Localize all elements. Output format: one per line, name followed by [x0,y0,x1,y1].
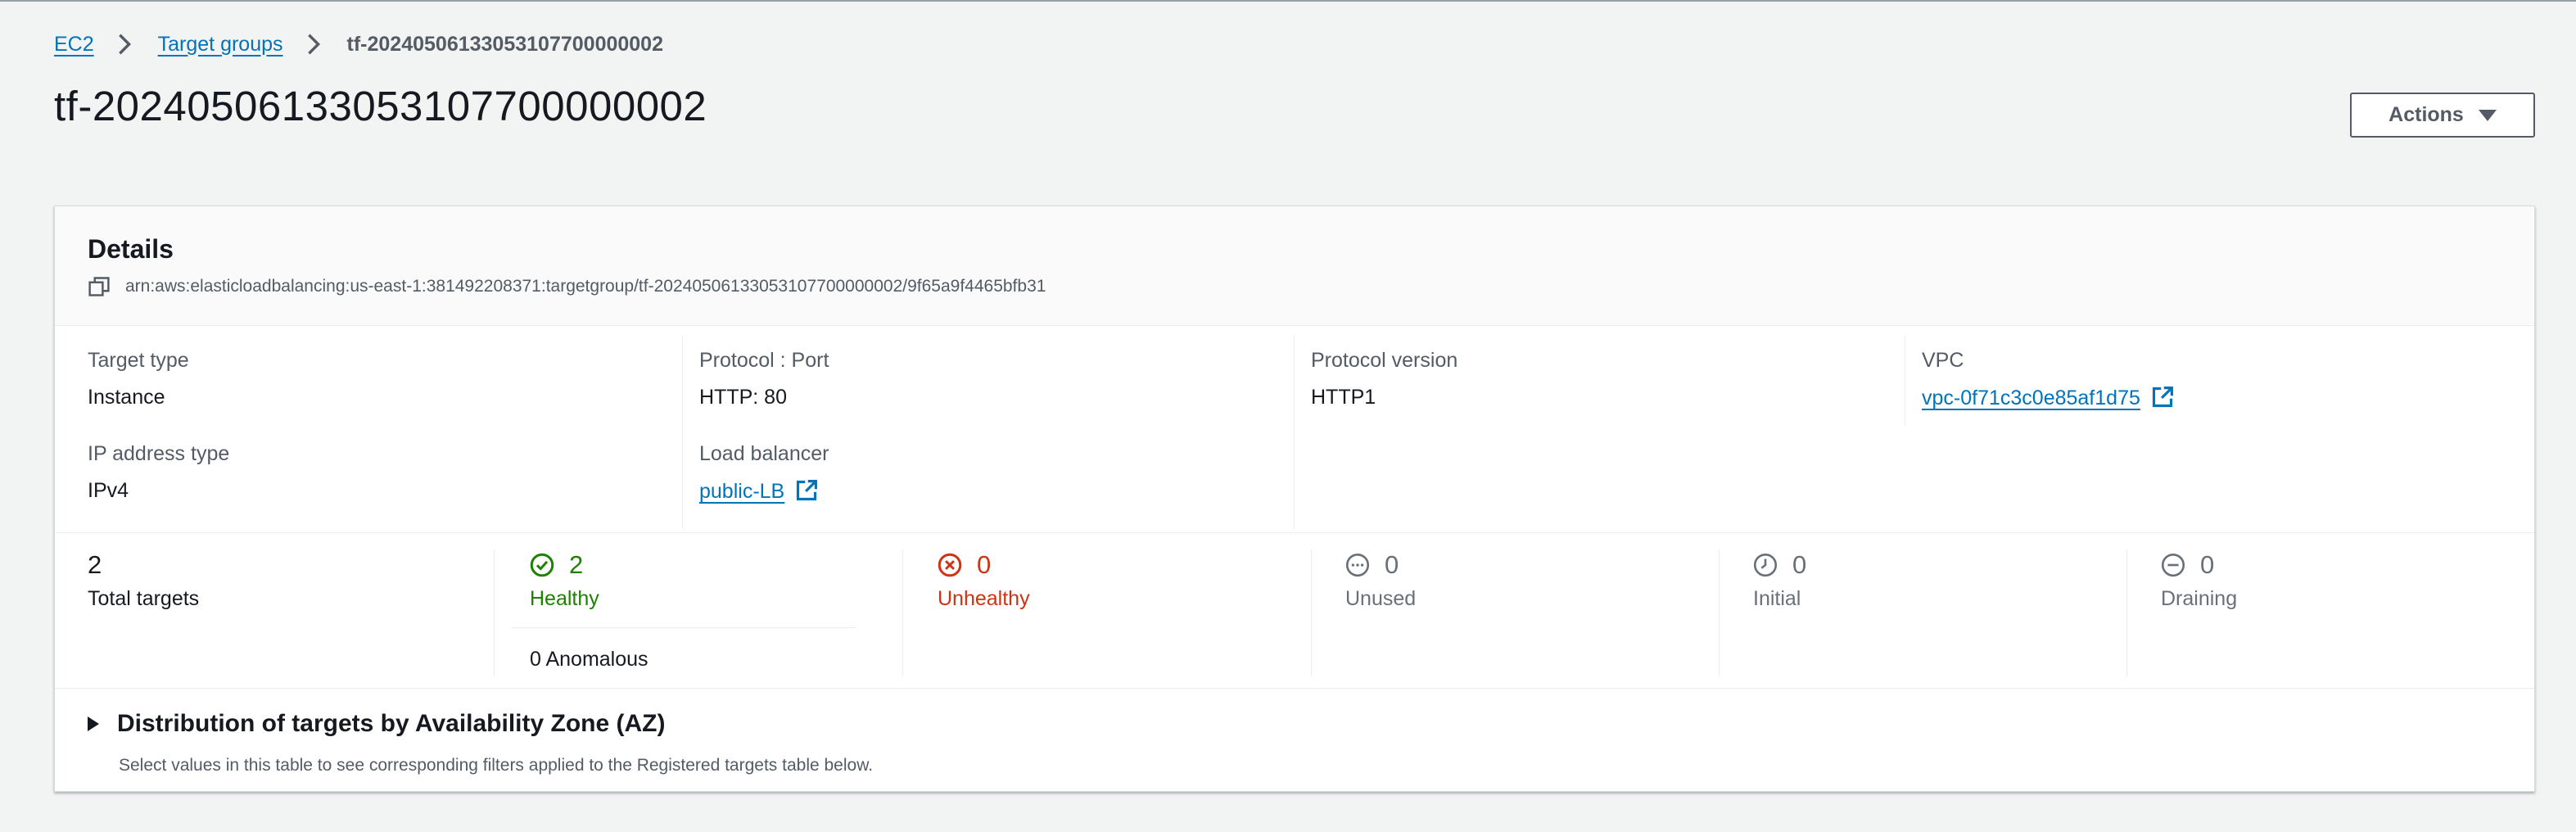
breadcrumb: EC2 Target groups tf-2024050613305310770… [54,31,663,57]
vpc-field: VPC vpc-0f71c3c0e85af1d75 [1922,349,2174,410]
target-type-field: Target type Instance [88,349,189,409]
check-circle-icon [530,553,554,577]
az-distribution-section: Distribution of targets by Availability … [55,689,2534,791]
unused-label: Unused [1345,587,1417,610]
anomalous-divider [512,627,856,628]
minus-circle-icon [2161,553,2185,577]
protocol-port-field: Protocol : Port HTTP: 80 [699,349,829,409]
chevron-right-icon [307,34,320,55]
protocol-version-value: HTTP1 [1311,386,1376,409]
arn-text: arn:aws:elasticloadbalancing:us-east-1:3… [125,277,1046,296]
column-divider [1719,549,1720,676]
draining-stat[interactable]: 0 Draining [2161,549,2237,611]
breadcrumb-current: tf-20240506133053107700000002 [346,32,663,56]
healthy-stat[interactable]: 2 Healthy [530,549,599,611]
external-link-icon[interactable] [795,479,818,502]
x-circle-icon [938,553,962,577]
chevron-right-icon [118,34,131,55]
az-distribution-toggle[interactable]: Distribution of targets by Availability … [88,710,665,738]
ip-address-type-label: IP address type [88,442,230,465]
total-targets-count: 2 [88,550,102,579]
protocol-version-field: Protocol version HTTP1 [1311,349,1457,409]
total-targets-label: Total targets [88,587,200,610]
draining-label: Draining [2161,587,2238,610]
unhealthy-label: Unhealthy [938,587,1030,610]
column-divider [494,549,495,676]
vpc-value: vpc-0f71c3c0e85af1d75 [1922,386,2174,410]
page-title: tf-20240506133053107700000002 [54,83,707,129]
column-divider [2126,549,2127,676]
column-divider [1294,336,1295,529]
unhealthy-count-row: 0 [938,549,1030,581]
unused-stat[interactable]: 0 Unused [1345,549,1416,611]
protocol-port-value: HTTP: 80 [699,386,787,409]
draining-count: 0 [2200,550,2215,579]
unhealthy-stat[interactable]: 0 Unhealthy [938,549,1030,611]
vpc-label: VPC [1922,349,1964,372]
column-divider [1311,549,1312,676]
az-distribution-title: Distribution of targets by Availability … [117,710,666,737]
arn-row: arn:aws:elasticloadbalancing:us-east-1:3… [88,275,1046,298]
draining-count-row: 0 [2161,549,2237,581]
healthy-count-row: 2 [530,549,599,581]
initial-label: Initial [1753,587,1801,610]
breadcrumb-ec2-link[interactable]: EC2 [54,33,94,57]
load-balancer-value: public-LB [699,479,829,504]
healthy-count: 2 [569,550,584,579]
initial-count: 0 [1792,550,1807,579]
healthy-label: Healthy [530,587,599,610]
initial-count-row: 0 [1753,549,1806,581]
unused-count: 0 [1385,550,1399,579]
breadcrumb-target-groups-link[interactable]: Target groups [158,33,283,57]
total-targets-stat: 2 Total targets [88,549,199,611]
target-type-value: Instance [88,386,165,409]
unhealthy-count: 0 [977,550,992,579]
protocol-version-label: Protocol version [1311,349,1458,372]
load-balancer-link[interactable]: public-LB [699,480,784,503]
load-balancer-field: Load balancer public-LB [699,442,829,504]
protocol-port-label: Protocol : Port [699,349,829,372]
load-balancer-label: Load balancer [699,442,829,465]
caret-down-icon [2478,109,2497,121]
ellipsis-circle-icon [1345,553,1370,577]
column-divider [682,336,683,529]
actions-button[interactable]: Actions [2350,93,2535,138]
details-header: Details arn:aws:elasticloadbalancing:us-… [55,206,2534,326]
details-card: Details arn:aws:elasticloadbalancing:us-… [54,206,2535,792]
actions-button-label: Actions [2388,103,2464,126]
details-title: Details [88,234,174,264]
caret-right-icon [88,717,99,731]
anomalous-count: 0 Anomalous [530,648,649,671]
vpc-link[interactable]: vpc-0f71c3c0e85af1d75 [1922,387,2140,409]
ip-address-type-value: IPv4 [88,479,129,502]
targets-status: 2 Total targets 2 Healthy 0 Anomalous 0 … [55,533,2534,689]
target-type-label: Target type [88,349,189,372]
az-distribution-description: Select values in this table to see corre… [119,756,874,775]
top-border [0,0,2576,2]
column-divider [902,549,903,676]
unused-count-row: 0 [1345,549,1416,581]
clock-icon [1753,553,1778,577]
ip-address-type-field: IP address type IPv4 [88,442,229,503]
external-link-icon[interactable] [2151,386,2174,409]
copy-icon[interactable] [88,275,111,298]
initial-stat[interactable]: 0 Initial [1753,549,1806,611]
details-fields: Target type Instance Protocol : Port HTT… [55,326,2534,533]
